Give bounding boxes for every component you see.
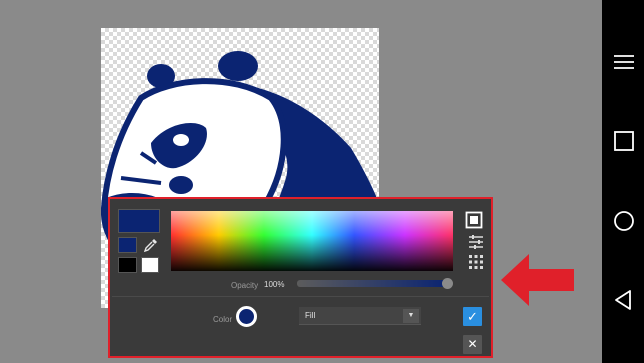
- grid-icon[interactable]: [467, 253, 485, 271]
- red-arrow-annotation: [501, 254, 574, 306]
- opacity-value: 100%: [264, 280, 285, 289]
- recents-icon[interactable]: [613, 130, 635, 152]
- confirm-button[interactable]: ✓: [463, 307, 482, 326]
- back-icon[interactable]: [613, 289, 635, 311]
- fill-mode-select[interactable]: Fill ▼: [299, 307, 421, 325]
- square-mode-icon[interactable]: [465, 211, 483, 229]
- opacity-label: Opacity: [231, 281, 259, 290]
- android-nav-bar: [602, 0, 644, 363]
- color-indicator[interactable]: [236, 306, 257, 327]
- menu-icon[interactable]: [613, 51, 635, 73]
- opacity-slider[interactable]: [297, 280, 447, 287]
- home-icon[interactable]: [613, 210, 635, 232]
- previous-color-swatch[interactable]: [118, 237, 137, 253]
- check-icon: ✓: [467, 309, 478, 324]
- white-color-swatch[interactable]: [141, 257, 159, 273]
- color-label: Color: [213, 315, 233, 324]
- close-icon: ✕: [467, 337, 478, 351]
- opacity-slider-handle[interactable]: [442, 278, 453, 289]
- panel-divider: [112, 296, 489, 297]
- sliders-icon[interactable]: [467, 233, 485, 251]
- chevron-down-icon[interactable]: ▼: [403, 309, 419, 323]
- current-color-swatch[interactable]: [118, 209, 160, 233]
- fill-mode-value: Fill: [305, 311, 316, 320]
- close-button[interactable]: ✕: [463, 335, 482, 354]
- black-color-swatch[interactable]: [118, 257, 137, 273]
- color-picker-panel: Opacity 100% Color Fill ▼ ✓ ✕: [108, 197, 493, 358]
- color-spectrum[interactable]: [171, 211, 453, 271]
- eyedropper-icon[interactable]: [143, 237, 159, 253]
